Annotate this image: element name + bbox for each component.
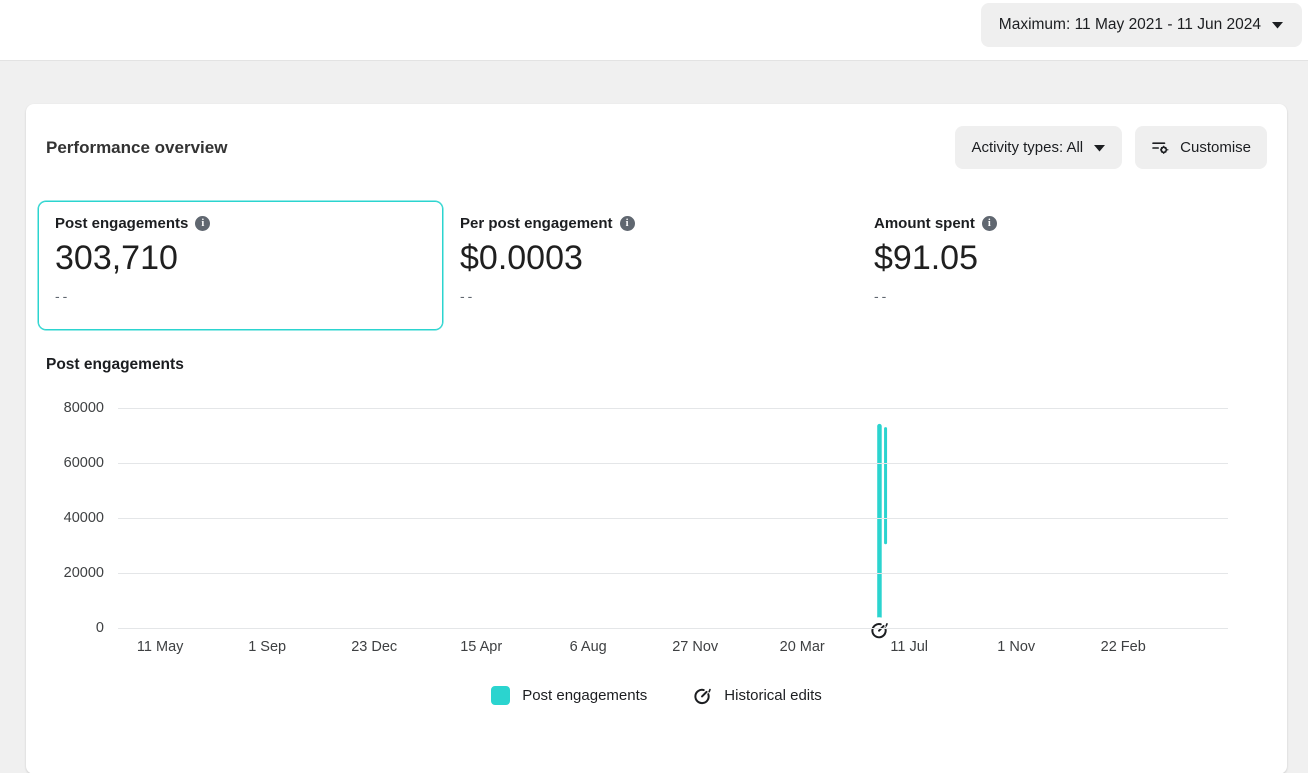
gridline [118, 408, 1228, 409]
x-axis-label: 22 Feb [1101, 639, 1146, 655]
legend-item-historical-edits[interactable]: Historical edits [693, 686, 822, 705]
top-bar: Maximum: 11 May 2021 - 11 Jun 2024 [0, 0, 1308, 60]
customise-label: Customise [1180, 139, 1251, 156]
y-axis-label: 0 [96, 620, 104, 636]
x-axis-label: 11 Jul [890, 639, 928, 655]
x-axis-label: 20 Mar [780, 639, 825, 655]
metric-card-post-engagements[interactable]: Post engagements i 303,710 -- [38, 201, 443, 330]
metric-card-amount-spent[interactable]: Amount spent i $91.05 -- [857, 201, 1267, 330]
page-background: Performance overview Activity types: All… [0, 60, 1308, 773]
y-axis-label: 40000 [64, 510, 104, 526]
x-axis-label: 1 Sep [248, 639, 286, 655]
metric-comparison: -- [460, 288, 840, 304]
x-axis-label: 23 Dec [351, 639, 397, 655]
customise-settings-icon [1151, 138, 1170, 157]
metric-value: $91.05 [874, 239, 1250, 278]
metric-card-per-post-engagement[interactable]: Per post engagement i $0.0003 -- [443, 201, 857, 330]
chevron-down-icon [1093, 144, 1106, 152]
activity-types-dropdown[interactable]: Activity types: All [955, 126, 1122, 169]
metric-label: Per post engagement [460, 215, 613, 232]
plot-area: 020000400006000080000 [118, 408, 1228, 628]
x-axis: 11 May 1 Sep 23 Dec 15 Apr 6 Aug 27 Nov 20 Mar… [118, 628, 1228, 664]
panel-title: Performance overview [46, 138, 227, 158]
chevron-down-icon [1271, 21, 1284, 29]
y-axis-label: 20000 [64, 565, 104, 581]
info-icon[interactable]: i [620, 216, 635, 231]
customise-button[interactable]: Customise [1135, 126, 1267, 169]
x-axis-label: 1 Nov [997, 639, 1035, 655]
chart-legend: Post engagements Historical edits [46, 686, 1267, 705]
info-icon[interactable]: i [195, 216, 210, 231]
gridline [118, 518, 1228, 519]
x-axis-label: 11 May [137, 639, 183, 655]
y-axis-label: 60000 [64, 455, 104, 471]
metric-comparison: -- [55, 288, 426, 304]
info-icon[interactable]: i [982, 216, 997, 231]
legend-label: Post engagements [522, 687, 647, 704]
date-range-dropdown[interactable]: Maximum: 11 May 2021 - 11 Jun 2024 [981, 3, 1302, 47]
metric-value: 303,710 [55, 239, 426, 278]
x-axis-label: 6 Aug [570, 639, 607, 655]
activity-types-label: Activity types: All [971, 139, 1083, 156]
gridline [118, 463, 1228, 464]
gridline [118, 573, 1228, 574]
historical-edits-icon [693, 686, 712, 705]
chart-title: Post engagements [46, 356, 1267, 374]
y-axis-label: 80000 [64, 400, 104, 416]
metric-value: $0.0003 [460, 239, 840, 278]
metric-comparison: -- [874, 288, 1250, 304]
performance-overview-card: Performance overview Activity types: All… [26, 104, 1287, 773]
metric-label: Post engagements [55, 215, 188, 232]
post-engagements-swatch [491, 686, 510, 705]
x-axis-label: 27 Nov [672, 639, 718, 655]
metric-label: Amount spent [874, 215, 975, 232]
metric-cards-row: Post engagements i 303,710 -- Per post e… [38, 201, 1267, 330]
legend-label: Historical edits [724, 687, 822, 704]
date-range-label: Maximum: 11 May 2021 - 11 Jun 2024 [999, 16, 1261, 34]
legend-item-post-engagements[interactable]: Post engagements [491, 686, 647, 705]
x-axis-label: 15 Apr [460, 639, 502, 655]
